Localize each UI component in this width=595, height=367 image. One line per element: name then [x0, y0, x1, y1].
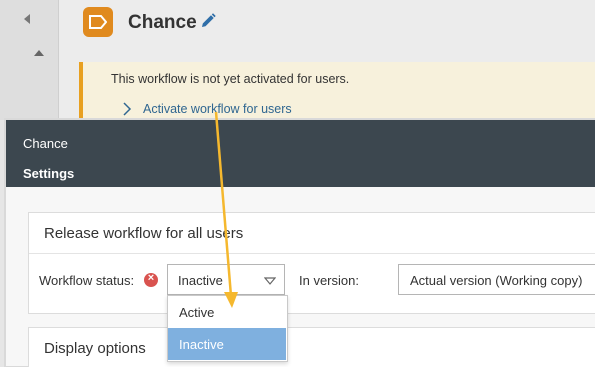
chevron-right-icon: [123, 102, 132, 116]
dialog-header: [6, 120, 595, 187]
display-options-title[interactable]: Display options: [44, 340, 146, 357]
status-option-active[interactable]: Active: [168, 296, 286, 328]
error-circle-icon: ×: [144, 272, 158, 287]
collapse-arrow-icon[interactable]: [24, 14, 30, 24]
workflow-status-label: Workflow status:: [39, 273, 135, 288]
status-option-inactive[interactable]: Inactive: [168, 328, 286, 360]
release-section-title: Release workflow for all users: [44, 225, 244, 242]
activate-workflow-link[interactable]: Activate workflow for users: [143, 102, 292, 116]
section-divider: [29, 253, 595, 254]
dialog-title: Chance: [23, 136, 68, 151]
dialog-subtitle: Settings: [23, 166, 75, 181]
caret-down-icon: [264, 277, 276, 285]
version-value: Actual version (Working copy): [410, 273, 583, 288]
scroll-up-icon[interactable]: [34, 50, 44, 56]
pencil-icon[interactable]: [199, 12, 217, 30]
page-title: Chance: [128, 12, 197, 33]
version-label: In version:: [299, 273, 359, 288]
notice-message: This workflow is not yet activated for u…: [111, 72, 350, 86]
workflow-tag-icon: [83, 7, 113, 37]
side-panel: [0, 0, 59, 120]
workflow-status-value: Inactive: [178, 273, 223, 288]
